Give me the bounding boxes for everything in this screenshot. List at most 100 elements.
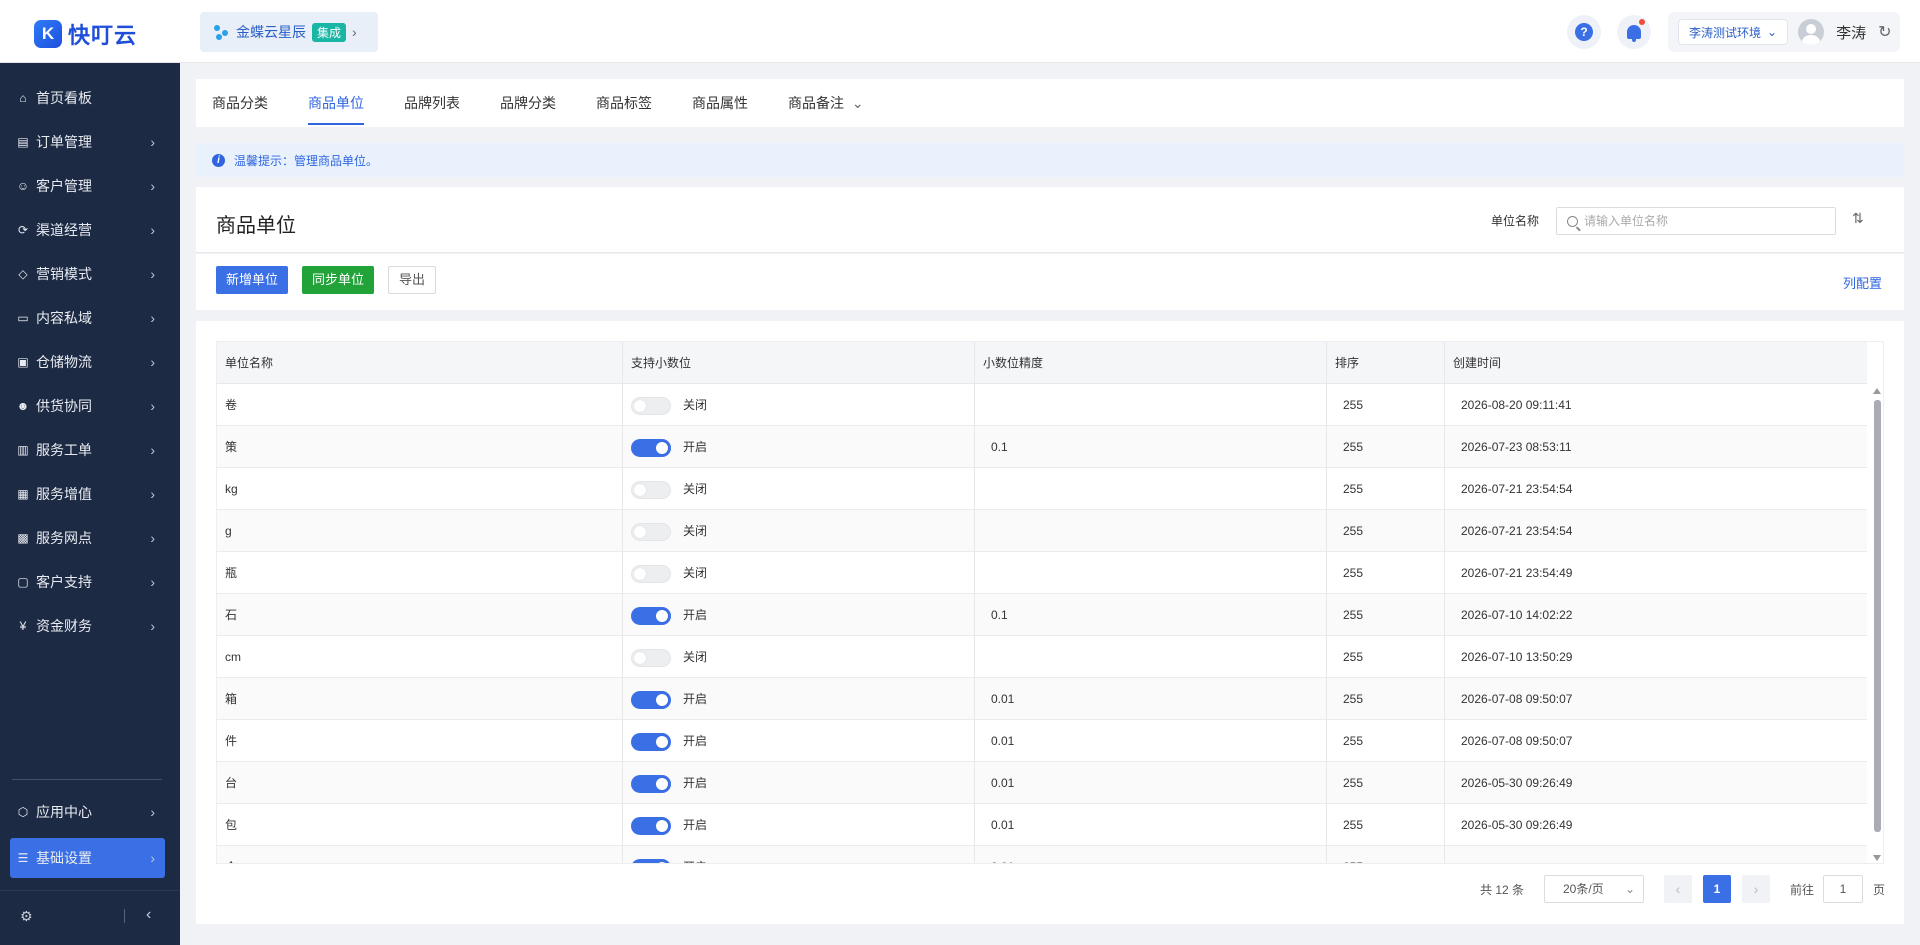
scroll-up-icon[interactable] bbox=[1873, 388, 1881, 394]
chevron-right-icon: › bbox=[150, 618, 155, 634]
sidebar-item-customers[interactable]: ☺ 客户管理 › bbox=[10, 166, 165, 206]
cell-created-time: 2026-07-21 23:54:54 bbox=[1461, 482, 1573, 496]
sidebar-item-orders[interactable]: ▤ 订单管理 › bbox=[10, 122, 165, 162]
scroll-thumb[interactable] bbox=[1874, 400, 1881, 832]
sidebar-item-support[interactable]: ▢ 客户支持 › bbox=[10, 562, 165, 602]
chevron-right-icon: › bbox=[150, 574, 155, 590]
sidebar-item-basic-settings[interactable]: ☰ 基础设置 › bbox=[10, 838, 165, 878]
decimal-toggle[interactable] bbox=[631, 817, 671, 835]
sync-unit-button[interactable]: 同步单位 bbox=[302, 266, 375, 294]
sidebar-item-content[interactable]: ▭ 内容私域 › bbox=[10, 298, 165, 338]
cell-sort: 255 bbox=[1343, 818, 1364, 832]
column-config-link[interactable]: 列配置 bbox=[1843, 273, 1882, 292]
cell-precision: 0.01 bbox=[991, 734, 1015, 748]
decimal-toggle[interactable] bbox=[631, 649, 671, 667]
sidebar-item-label: 服务工单 bbox=[36, 442, 92, 458]
table-row[interactable]: 卷 关闭 255 2026-08-20 09:11:41 bbox=[217, 384, 1867, 426]
table-scrollbar[interactable] bbox=[1869, 384, 1883, 863]
header-decimal-support[interactable]: 支持小数位 bbox=[623, 342, 691, 384]
add-unit-button[interactable]: 新增单位 bbox=[216, 266, 289, 294]
cell-sort: 255 bbox=[1343, 734, 1364, 748]
pagination: 共 12 条 20条/页 ⌄ ‹ 1 › 前往 1 页 bbox=[196, 872, 1904, 908]
cell-unit-name: 箱 bbox=[225, 692, 238, 706]
goto-page-input[interactable]: 1 bbox=[1823, 875, 1863, 903]
sidebar-item-value-added[interactable]: ▦ 服务增值 › bbox=[10, 474, 165, 514]
app-logo[interactable]: K 快叮云 bbox=[34, 18, 137, 50]
notification-button[interactable] bbox=[1617, 15, 1651, 49]
decimal-toggle[interactable] bbox=[631, 397, 671, 415]
scroll-down-icon[interactable] bbox=[1873, 855, 1881, 861]
next-page-button[interactable]: › bbox=[1742, 875, 1770, 903]
sidebar-item-label: 服务增值 bbox=[36, 486, 92, 502]
table-row[interactable]: 个 开启 0.01 255 bbox=[217, 846, 1867, 863]
cell-sort: 255 bbox=[1343, 398, 1364, 412]
refresh-icon[interactable]: ↻ bbox=[1878, 22, 1891, 42]
bell-icon bbox=[1627, 25, 1641, 42]
table-row[interactable]: 包 开启 0.01 255 2026-05-30 09:26:49 bbox=[217, 804, 1867, 846]
decimal-toggle[interactable] bbox=[631, 859, 671, 863]
chevron-down-icon: ⌄ bbox=[1767, 25, 1778, 39]
sidebar-item-app-center[interactable]: ⬡ 应用中心 › bbox=[10, 792, 165, 832]
decimal-toggle[interactable] bbox=[631, 523, 671, 541]
decimal-toggle[interactable] bbox=[631, 565, 671, 583]
table-row[interactable]: 策 开启 0.1 255 2026-07-23 08:53:11 bbox=[217, 426, 1867, 468]
table-row[interactable]: kg 关闭 255 2026-07-21 23:54:54 bbox=[217, 468, 1867, 510]
decimal-toggle[interactable] bbox=[631, 775, 671, 793]
collapse-sidebar-icon[interactable]: ‹ bbox=[146, 906, 151, 924]
decimal-toggle[interactable] bbox=[631, 733, 671, 751]
decimal-toggle[interactable] bbox=[631, 607, 671, 625]
page-size-select[interactable]: 20条/页 ⌄ bbox=[1544, 875, 1644, 903]
gear-icon[interactable]: ⚙ bbox=[20, 908, 33, 925]
sidebar-item-warehouse[interactable]: ▣ 仓储物流 › bbox=[10, 342, 165, 382]
export-button[interactable]: 导出 bbox=[388, 266, 437, 294]
tab-product-tag[interactable]: 商品标签 bbox=[596, 79, 652, 127]
cell-unit-name: 石 bbox=[225, 608, 238, 622]
decimal-toggle[interactable] bbox=[631, 481, 671, 499]
table-row[interactable]: 件 开启 0.01 255 2026-07-08 09:50:07 bbox=[217, 720, 1867, 762]
tab-product-attribute[interactable]: 商品属性 bbox=[692, 79, 748, 127]
cell-sort: 255 bbox=[1343, 524, 1364, 538]
table-row[interactable]: 台 开启 0.01 255 2026-05-30 09:26:49 bbox=[217, 762, 1867, 804]
table-header: 单位名称 支持小数位 小数位精度 排序 创建时间 bbox=[217, 342, 1867, 384]
header-sort[interactable]: 排序 bbox=[1327, 342, 1359, 384]
table-row[interactable]: cm 关闭 255 2026-07-10 13:50:29 bbox=[217, 636, 1867, 678]
sidebar-item-outlets[interactable]: ▩ 服务网点 › bbox=[10, 518, 165, 558]
info-icon: i bbox=[212, 153, 225, 167]
page-number-current[interactable]: 1 bbox=[1703, 875, 1731, 903]
tab-brand-category[interactable]: 品牌分类 bbox=[500, 79, 556, 127]
header-unit-name[interactable]: 单位名称 bbox=[217, 342, 273, 384]
header-created-time[interactable]: 创建时间 bbox=[1445, 342, 1501, 384]
footer-separator bbox=[124, 909, 125, 923]
decimal-toggle[interactable] bbox=[631, 439, 671, 457]
table-row[interactable]: 瓶 关闭 255 2026-07-21 23:54:49 bbox=[217, 552, 1867, 594]
help-button[interactable]: ? bbox=[1567, 15, 1601, 49]
user-name[interactable]: 李涛 bbox=[1836, 22, 1866, 43]
avatar[interactable] bbox=[1798, 19, 1825, 45]
sort-toggle-icon[interactable]: ⇅ bbox=[1852, 210, 1864, 227]
sidebar-item-finance[interactable]: ¥ 资金财务 › bbox=[10, 606, 165, 646]
sidebar-item-marketing[interactable]: ◇ 营销模式 › bbox=[10, 254, 165, 294]
header-precision[interactable]: 小数位精度 bbox=[975, 342, 1043, 384]
sidebar-item-dashboard[interactable]: ⌂ 首页看板 bbox=[10, 78, 165, 118]
table-row[interactable]: g 关闭 255 2026-07-21 23:54:54 bbox=[217, 510, 1867, 552]
search-input[interactable] bbox=[1584, 214, 1824, 228]
tab-product-category[interactable]: 商品分类 bbox=[212, 79, 268, 127]
sidebar-item-channels[interactable]: ⟳ 渠道经营 › bbox=[10, 210, 165, 250]
env-select[interactable]: 李涛测试环境 ⌄ bbox=[1678, 19, 1789, 45]
chevron-down-icon: ⌄ bbox=[1624, 882, 1635, 896]
sidebar-item-tickets[interactable]: ▥ 服务工单 › bbox=[10, 430, 165, 470]
tab-brand-list[interactable]: 品牌列表 bbox=[404, 79, 460, 127]
column-divider bbox=[622, 342, 623, 863]
tab-product-unit[interactable]: 商品单位 bbox=[308, 79, 364, 127]
table-row[interactable]: 石 开启 0.1 255 2026-07-10 14:02:22 bbox=[217, 594, 1867, 636]
sidebar-item-supply[interactable]: ☻ 供货协同 › bbox=[10, 386, 165, 426]
cell-unit-name: cm bbox=[225, 650, 241, 664]
decimal-toggle[interactable] bbox=[631, 691, 671, 709]
chevron-right-icon: › bbox=[150, 266, 155, 282]
table-row[interactable]: 箱 开启 0.01 255 2026-07-08 09:50:07 bbox=[217, 678, 1867, 720]
search-field[interactable] bbox=[1556, 207, 1836, 235]
prev-page-button[interactable]: ‹ bbox=[1664, 875, 1692, 903]
tab-product-remark[interactable]: 商品备注 ⌄ bbox=[788, 79, 864, 127]
sidebar-item-label: 客户管理 bbox=[36, 178, 92, 194]
brand-switcher[interactable]: 金蝶云星辰 集成 › bbox=[200, 12, 378, 52]
